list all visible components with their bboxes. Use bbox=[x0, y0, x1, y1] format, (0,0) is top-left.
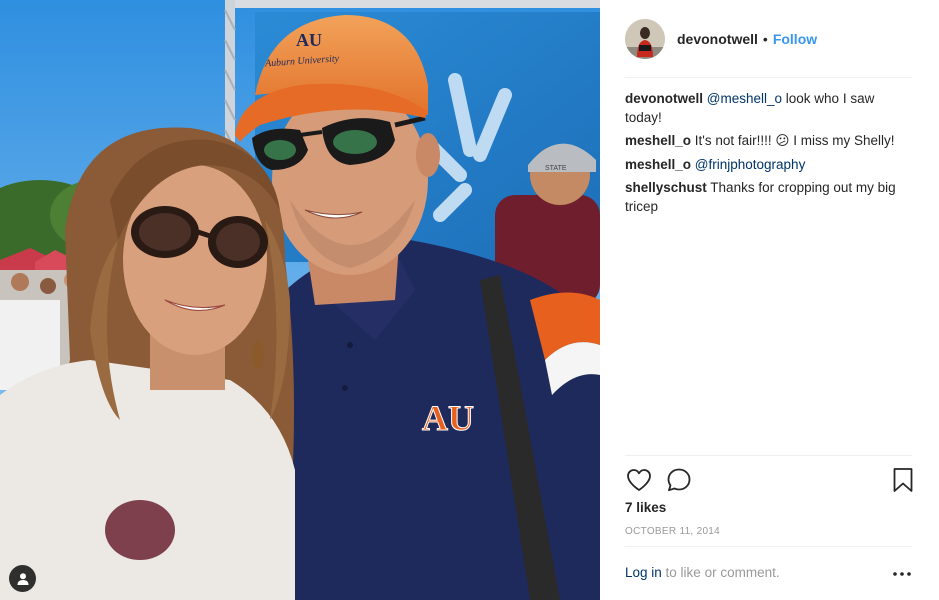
more-options-button[interactable] bbox=[891, 564, 913, 584]
follow-button[interactable]: Follow bbox=[773, 31, 817, 47]
speech-bubble-icon bbox=[667, 468, 691, 492]
cap-au-logo: AU bbox=[296, 30, 322, 50]
comment-item: devonotwell @meshell_o look who I saw to… bbox=[625, 90, 912, 127]
comment-text: It's not fair!!!! 😕 I miss my Shelly! bbox=[691, 133, 895, 148]
heart-icon bbox=[627, 469, 651, 491]
login-prompt: Log in to like or comment. bbox=[625, 565, 917, 580]
post-actions bbox=[625, 464, 917, 496]
actions-divider bbox=[625, 455, 912, 456]
login-link[interactable]: Log in bbox=[625, 565, 662, 580]
post-date: October 11, 2014 bbox=[625, 526, 721, 537]
comment-username[interactable]: shellyschust bbox=[625, 180, 707, 195]
user-tag-icon bbox=[17, 572, 28, 585]
header-separator-dot: • bbox=[762, 31, 768, 47]
post-author-username[interactable]: devonotwell bbox=[677, 31, 758, 47]
shirt-au-logo: AU bbox=[422, 398, 474, 438]
comment-username[interactable]: meshell_o bbox=[625, 133, 691, 148]
likes-count[interactable]: 7 likes bbox=[625, 500, 666, 515]
comments-list: devonotwell @meshell_o look who I saw to… bbox=[625, 90, 912, 221]
comment-mention[interactable]: @meshell_o bbox=[707, 91, 782, 106]
footer-divider bbox=[625, 546, 912, 547]
comment-username[interactable]: meshell_o bbox=[625, 157, 691, 172]
comment-item: shellyschust Thanks for cropping out my … bbox=[625, 179, 912, 216]
user-tag-button[interactable] bbox=[9, 565, 36, 592]
avatar[interactable] bbox=[625, 19, 665, 59]
post-header: devonotwell • Follow bbox=[625, 19, 912, 59]
post-side-panel: devonotwell • Follow devonotwell @meshel… bbox=[600, 0, 939, 600]
header-divider bbox=[625, 77, 912, 78]
post-photo[interactable]: STATE AU AU Auburn University bbox=[0, 0, 600, 600]
bookmark-icon bbox=[893, 468, 913, 492]
like-button[interactable] bbox=[625, 464, 653, 496]
comment-item: meshell_o @frinjphotography bbox=[625, 156, 912, 175]
save-button[interactable] bbox=[889, 464, 917, 496]
comment-item: meshell_o It's not fair!!!! 😕 I miss my … bbox=[625, 132, 912, 151]
bg-hat-text: STATE bbox=[545, 165, 567, 172]
avatar-image bbox=[625, 19, 665, 59]
comment-button[interactable] bbox=[665, 464, 693, 496]
more-dots-icon bbox=[893, 572, 911, 576]
login-prompt-text: to like or comment. bbox=[661, 565, 780, 580]
comment-username[interactable]: devonotwell bbox=[625, 91, 703, 106]
comment-mention[interactable]: @frinjphotography bbox=[695, 157, 806, 172]
photo-illustration: STATE AU AU Auburn University bbox=[0, 0, 600, 600]
